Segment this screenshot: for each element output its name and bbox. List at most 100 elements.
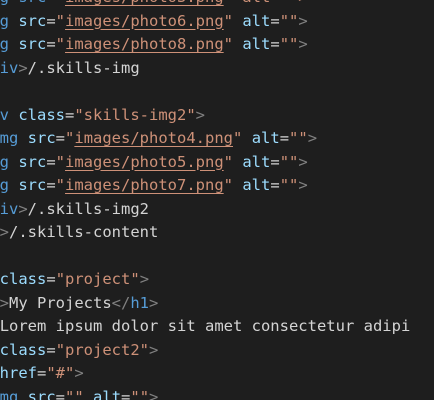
code-token: src <box>18 11 47 30</box>
code-token: " <box>223 11 233 30</box>
code-token: "" <box>279 35 299 53</box>
code-token: > <box>149 387 159 400</box>
code-token: img <box>0 387 19 400</box>
code-token: = <box>46 11 56 30</box>
code-token: > <box>298 176 308 194</box>
code-token: = <box>46 340 56 359</box>
code-line[interactable]: iv>/.skills-content <box>0 221 410 245</box>
code-token: = <box>121 387 131 400</box>
code-token: " alt=""> <box>224 0 308 6</box>
code-token: > <box>298 35 308 53</box>
code-token: /.skills-img2 <box>27 199 149 218</box>
code-token: /.skills-content <box>9 223 159 241</box>
code-token: h1 <box>130 293 150 312</box>
code-token: " <box>55 152 66 171</box>
code-token: = <box>46 152 56 171</box>
code-token: > <box>298 152 308 171</box>
code-token: "" <box>65 387 84 400</box>
code-token: = <box>55 129 66 147</box>
code-line[interactable]: <img src="images/photo4.png" alt=""> <box>0 127 410 151</box>
code-token: "" <box>279 11 299 30</box>
code-line[interactable]: /div>/.skills-img2 <box>0 198 410 222</box>
code-token: href <box>0 364 37 382</box>
code-token: = <box>270 11 280 30</box>
code-line[interactable] <box>0 245 410 269</box>
code-token: > <box>74 364 84 382</box>
code-token: "#" <box>46 364 75 382</box>
code-line[interactable]: v class="project2"> <box>0 339 410 363</box>
code-editor[interactable]: img src="images/photo3.png" alt="">img s… <box>0 0 434 400</box>
code-token: images/photo8.png <box>65 35 224 53</box>
code-token: /div <box>0 58 19 77</box>
code-token: "" <box>289 129 308 147</box>
code-line[interactable]: <img src="" alt=""> <box>0 386 410 400</box>
code-line[interactable] <box>0 80 410 104</box>
code-line[interactable]: div class="skills-img2"> <box>0 104 410 128</box>
code-token: /div <box>0 199 19 218</box>
code-token: " <box>223 152 233 171</box>
code-token: = <box>270 152 280 171</box>
code-token: > <box>149 293 159 312</box>
code-token: images/photo4.png <box>74 129 233 147</box>
code-token: img <box>0 35 9 53</box>
code-token: = <box>65 105 75 124</box>
code-token: Lorem ipsum dolor sit amet consectetur a… <box>0 317 411 335</box>
code-line[interactable]: v class="project"> <box>0 268 410 292</box>
code-line[interactable]: img src="images/photo5.png" alt=""> <box>0 151 410 175</box>
code-line[interactable]: img src="images/photo3.png" alt=""> <box>0 0 410 10</box>
code-token: > <box>18 58 28 77</box>
code-token: img <box>0 129 19 147</box>
code-token: class <box>0 270 47 288</box>
code-token: "skills-img2" <box>74 105 196 124</box>
code-token: img <box>0 152 9 171</box>
code-token: > <box>307 129 318 147</box>
code-token: > <box>0 223 10 241</box>
code-token: " <box>55 35 66 53</box>
code-token: alt <box>242 152 271 171</box>
code-token: = <box>55 387 66 400</box>
code-token: " <box>233 129 243 147</box>
code-token: images/photo5.png <box>65 152 224 171</box>
code-line[interactable]: /div>/.skills-img <box>0 57 410 81</box>
code-token: "project" <box>55 270 140 288</box>
code-line[interactable]: img src="images/photo8.png" alt=""> <box>0 33 410 57</box>
code-token: My Projects <box>9 293 112 312</box>
code-token: = <box>46 176 56 194</box>
code-token: " <box>55 11 66 30</box>
code-token: " <box>223 35 233 53</box>
code-token: div <box>0 105 9 124</box>
code-token: images/photo3.png <box>65 0 224 6</box>
code-token: "" <box>130 387 150 400</box>
code-token: " <box>55 176 66 194</box>
code-token: " <box>223 176 233 194</box>
code-token: "" <box>279 152 299 171</box>
code-token: = <box>270 35 280 53</box>
code-token: > <box>18 199 28 218</box>
code-token: > <box>139 270 150 288</box>
code-line[interactable]: h1>My Projects</h1> <box>0 292 410 316</box>
code-token: class <box>18 105 65 124</box>
code-token: "project2" <box>55 340 150 359</box>
code-lines: img src="images/photo3.png" alt="">img s… <box>0 0 410 400</box>
code-token: = <box>37 364 47 382</box>
code-token: " <box>65 129 75 147</box>
code-line[interactable]: a href="#"> <box>0 362 410 386</box>
code-token: src <box>18 35 47 53</box>
code-token: </ <box>111 293 131 312</box>
code-token: alt <box>251 129 280 147</box>
code-token: src <box>18 176 47 194</box>
code-token: img src=" <box>0 0 65 6</box>
code-token: src <box>27 129 56 147</box>
code-token: /.skills-img <box>27 58 140 77</box>
code-line[interactable]: p>Lorem ipsum dolor sit amet consectetur… <box>0 315 410 339</box>
code-line[interactable]: img src="images/photo6.png" alt=""> <box>0 10 410 34</box>
code-token: > <box>149 340 159 359</box>
code-token: images/photo7.png <box>65 176 224 194</box>
code-line[interactable]: img src="images/photo7.png" alt=""> <box>0 174 410 198</box>
code-token: = <box>279 129 290 147</box>
